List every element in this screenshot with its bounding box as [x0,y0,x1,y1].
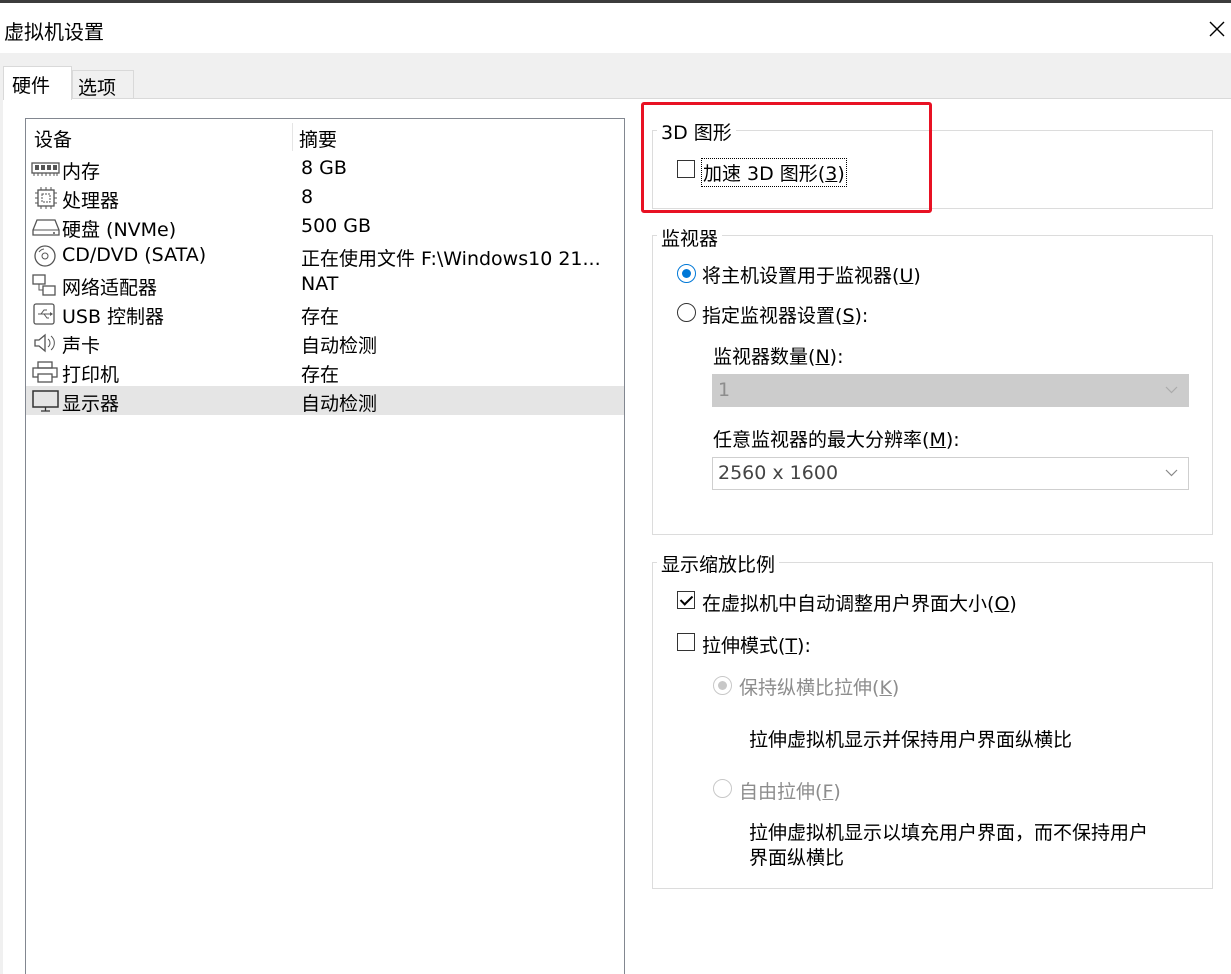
hard-disk-icon [31,215,61,239]
autofit-checkbox[interactable] [677,591,695,609]
device-name: 打印机 [62,364,120,386]
free-stretch-radio[interactable] [713,779,732,798]
device-name: 声卡 [62,335,101,357]
device-row-printer[interactable]: 打印机 存在 [26,357,624,386]
monitor-icon [31,389,61,413]
keep-aspect-radio[interactable] [713,676,732,695]
processor-icon [31,186,61,210]
accelerate-3d-label[interactable]: 加速 3D 图形(3) [701,158,847,187]
group-title-3d-graphics: 3D 图形 [657,118,736,145]
device-summary: 自动检测 [301,335,378,357]
device-summary: 8 [301,186,314,208]
device-row-memory[interactable]: 内存 8 GB [26,154,624,183]
close-icon [1209,21,1225,37]
group-title-monitors: 监视器 [657,224,723,251]
device-name: CD/DVD (SATA) [62,244,207,266]
device-row-display[interactable]: 显示器 自动检测 [26,386,624,415]
device-row-usb[interactable]: USB 控制器 存在 [26,299,624,328]
close-button[interactable] [1201,9,1231,49]
device-row-hard-disk[interactable]: 硬盘 (NVMe) 500 GB [26,212,624,241]
printer-icon [31,360,61,384]
stretch-mode-label[interactable]: 拉伸模式(T): [702,631,811,658]
tab-label: 硬件 [12,75,51,97]
speaker-icon [31,331,61,355]
monitor-count-select[interactable]: 1 [712,374,1189,407]
window-title: 虚拟机设置 [4,20,104,44]
memory-icon [31,157,61,181]
chevron-down-icon [1165,469,1178,477]
free-stretch-description-line1: 拉伸虚拟机显示以填充用户界面，而不保持用户 [749,822,1149,844]
device-list[interactable]: 设备 摘要 内存 8 GB 处理器 8 硬盘 (NVMe) 500 GB CD/… [25,118,625,974]
tab-label: 选项 [78,77,117,99]
keep-aspect-description: 拉伸虚拟机显示并保持用户界面纵横比 [749,729,1073,751]
device-row-sound-card[interactable]: 声卡 自动检测 [26,328,624,357]
chevron-down-icon [1165,386,1178,394]
device-name: 硬盘 (NVMe) [62,219,177,241]
max-resolution-select[interactable]: 2560 x 1600 [712,457,1189,490]
device-summary: 正在使用文件 F:\Windows10 21... [301,248,601,270]
device-summary: NAT [301,273,339,295]
device-summary: 8 GB [301,157,347,179]
tab-options[interactable]: 选项 [72,70,134,99]
tab-hardware[interactable]: 硬件 [3,66,72,100]
max-resolution-value: 2560 x 1600 [718,462,839,484]
device-summary: 500 GB [301,215,372,237]
device-row-network-adapter[interactable]: 网络适配器 NAT [26,270,624,299]
column-header-device[interactable]: 设备 [34,125,72,152]
free-stretch-description-line2: 界面纵横比 [749,847,845,869]
device-name: 显示器 [62,393,120,415]
stretch-mode-checkbox[interactable] [677,633,695,651]
use-host-radio[interactable] [677,264,696,283]
column-divider[interactable] [292,123,293,151]
device-row-processor[interactable]: 处理器 8 [26,183,624,212]
device-name: 处理器 [62,190,120,212]
list-header: 设备 摘要 [26,119,624,153]
free-stretch-label[interactable]: 自由拉伸(F) [739,777,841,804]
monitor-count-value: 1 [718,379,731,401]
column-header-summary[interactable]: 摘要 [299,125,337,152]
max-resolution-label: 任意监视器的最大分辨率(M): [713,429,960,451]
specify-monitor-label[interactable]: 指定监视器设置(S): [702,301,868,328]
specify-monitor-radio[interactable] [677,303,696,322]
usb-icon [31,302,61,326]
title-bar: 虚拟机设置 [0,3,1231,53]
keep-aspect-label[interactable]: 保持纵横比拉伸(K) [739,673,899,700]
accelerate-3d-checkbox[interactable] [677,160,695,178]
use-host-label[interactable]: 将主机设置用于监视器(U) [702,261,921,288]
device-name: USB 控制器 [62,306,165,328]
device-name: 内存 [62,161,101,183]
monitor-count-label: 监视器数量(N): [713,346,844,368]
device-summary: 存在 [301,364,340,386]
group-title-display-scaling: 显示缩放比例 [657,550,780,577]
cd-dvd-icon [31,244,61,268]
device-summary: 存在 [301,306,340,328]
device-row-cd-dvd[interactable]: CD/DVD (SATA) 正在使用文件 F:\Windows10 21... [26,241,624,270]
device-name: 网络适配器 [62,277,158,299]
autofit-label[interactable]: 在虚拟机中自动调整用户界面大小(O) [702,589,1017,616]
device-summary: 自动检测 [301,393,378,415]
network-adapter-icon [31,273,61,297]
